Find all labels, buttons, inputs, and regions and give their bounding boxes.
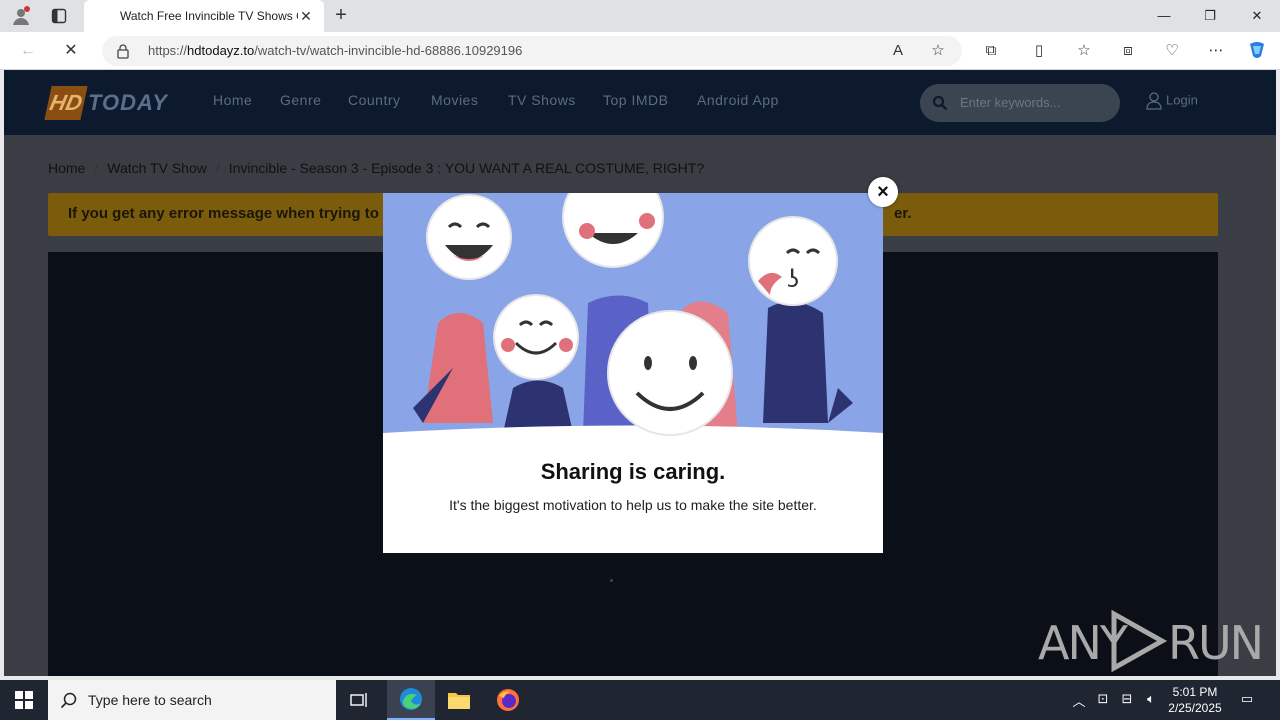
task-view-button[interactable] [336, 680, 384, 720]
url-path: /watch-tv/watch-invincible-hd-68886.1092… [254, 43, 523, 58]
meet-now-icon[interactable]: ⊡ [1094, 691, 1112, 709]
taskbar-edge[interactable] [387, 680, 435, 720]
user-icon [1146, 92, 1162, 110]
favorite-star-icon[interactable]: ☆ [927, 40, 949, 62]
edge-icon [400, 688, 422, 710]
show-hidden-icons-icon[interactable]: ︿ [1070, 691, 1088, 709]
address-toolbar: ← ✕ https://hdtodayz.to/watch-tv/watch-i… [0, 32, 1280, 70]
svg-text:ʖ: ʖ [787, 265, 799, 293]
split-screen-icon[interactable]: ▯ [1028, 40, 1050, 62]
login-label: Login [1166, 92, 1198, 108]
share-modal: ʖ Sharing is caring. It's the biggest mo… [383, 193, 883, 553]
breadcrumb-separator: / [94, 160, 99, 176]
nav-android-app[interactable]: Android App [697, 92, 779, 108]
notifications-icon[interactable]: ▭ [1238, 691, 1256, 709]
favorites-icon[interactable]: ☆ [1073, 40, 1095, 62]
lock-icon[interactable] [116, 43, 130, 59]
network-icon[interactable]: ⊟ [1118, 691, 1136, 709]
volume-icon[interactable]: 🔈︎ [1142, 691, 1160, 709]
clock-time: 5:01 PM [1172, 685, 1218, 699]
watermark-play-icon [1111, 610, 1168, 672]
happy-people-illustration: ʖ [383, 193, 883, 453]
notice-text-right: er. [894, 205, 912, 222]
new-tab-button[interactable]: + [330, 5, 352, 27]
taskbar-search-placeholder: Type here to search [88, 692, 212, 708]
taskbar-clock[interactable]: 5:01 PM 2/25/2025 [1160, 684, 1230, 716]
collections-icon[interactable]: ⧈ [1117, 40, 1139, 62]
breadcrumb-watch-tv-show[interactable]: Watch TV Show [107, 160, 207, 176]
nav-genre[interactable]: Genre [280, 92, 321, 108]
search-icon [60, 692, 77, 709]
site-logo[interactable]: HD TODAY [44, 86, 167, 120]
url-host: hdtodayz.to [187, 43, 255, 58]
profile-icon[interactable] [10, 6, 32, 26]
modal-close-button[interactable]: × [868, 177, 898, 207]
task-view-icon [350, 693, 367, 707]
windows-taskbar: Type here to search ︿ ⊡ ⊟ 🔈︎ 5:01 PM 2/2… [0, 680, 1280, 720]
close-window-icon[interactable]: ✕ [1246, 6, 1268, 26]
tab-close-icon[interactable]: ✕ [298, 8, 314, 25]
search-icon[interactable] [932, 95, 948, 111]
address-bar[interactable]: https://hdtodayz.to/watch-tv/watch-invin… [102, 36, 962, 66]
start-button[interactable] [0, 680, 48, 720]
minimize-icon[interactable]: — [1153, 6, 1175, 26]
folder-icon [448, 693, 470, 709]
firefox-icon [497, 689, 519, 711]
player-loading-dot [610, 579, 613, 582]
watermark-text-run: RUN [1168, 616, 1264, 670]
url-prefix: https:// [148, 43, 188, 58]
nav-movies[interactable]: Movies [431, 92, 478, 108]
logo-today: TODAY [88, 90, 168, 115]
site-search-input[interactable]: Enter keywords... [920, 84, 1120, 122]
more-menu-icon[interactable]: ⋯ [1205, 40, 1227, 62]
logo-hd: HD [44, 86, 88, 120]
nav-tv-shows[interactable]: TV Shows [508, 92, 576, 108]
stop-loading-icon[interactable]: ✕ [60, 40, 82, 62]
loading-favicon-icon [96, 9, 110, 23]
browser-tab[interactable]: Watch Free Invincible TV Shows O ✕ [84, 0, 324, 32]
read-aloud-icon[interactable]: A [887, 40, 909, 62]
browser-essentials-icon[interactable]: ♡ [1161, 40, 1183, 62]
search-placeholder: Enter keywords... [960, 95, 1061, 110]
login-link[interactable]: Login [1146, 92, 1198, 110]
site-header: HD TODAY Home Genre Country Movies TV Sh… [4, 70, 1276, 135]
restore-icon[interactable]: ❐ [1199, 6, 1221, 26]
tab-title: Watch Free Invincible TV Shows O [120, 9, 298, 23]
breadcrumb: Home / Watch TV Show / Invincible - Season 3… [48, 160, 704, 176]
nav-top-imdb[interactable]: Top IMDB [603, 92, 668, 108]
clock-date: 2/25/2025 [1168, 701, 1222, 715]
copilot-icon[interactable] [1246, 40, 1268, 62]
modal-title: Sharing is caring. [540, 459, 726, 484]
windows-logo-icon [15, 691, 33, 709]
tab-actions-icon[interactable] [48, 6, 70, 26]
breadcrumb-separator: / [215, 160, 220, 176]
nav-home[interactable]: Home [213, 92, 252, 108]
extensions-icon[interactable]: ⧉ [980, 40, 1002, 62]
browser-titlebar: Watch Free Invincible TV Shows O ✕ + — ❐… [0, 0, 1280, 32]
breadcrumb-home[interactable]: Home [48, 160, 85, 176]
notice-text-left: If you get any error message when trying… [68, 205, 379, 222]
modal-subtitle: It's the biggest motivation to help us t… [449, 497, 817, 513]
breadcrumb-current: Invincible - Season 3 - Episode 3 : YOU … [228, 160, 705, 176]
nav-country[interactable]: Country [348, 92, 401, 108]
back-icon[interactable]: ← [17, 40, 39, 62]
taskbar-search-input[interactable]: Type here to search [48, 680, 336, 720]
taskbar-file-explorer[interactable] [435, 680, 483, 720]
taskbar-firefox[interactable] [484, 680, 532, 720]
